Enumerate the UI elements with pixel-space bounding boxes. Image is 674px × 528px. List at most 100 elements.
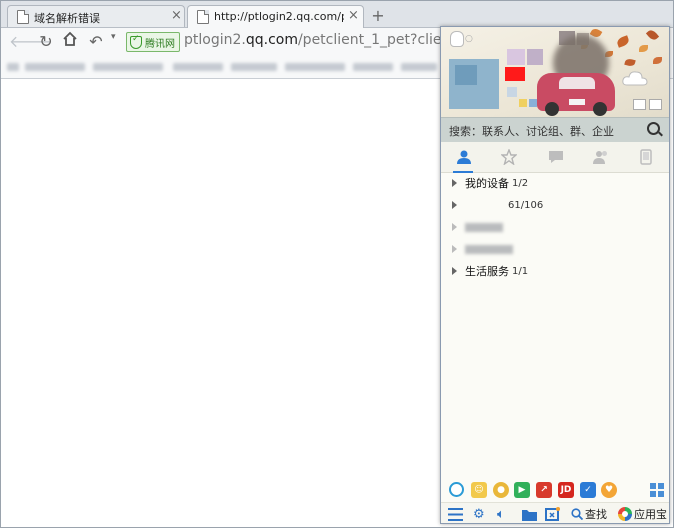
gear-icon[interactable]: ⚙ — [473, 506, 485, 522]
avatar-pixel — [455, 65, 477, 85]
group-count: 61/106 — [508, 199, 544, 211]
bookmark-item[interactable] — [401, 63, 437, 71]
page-content[interactable] — [1, 79, 439, 525]
bookmark-item[interactable] — [231, 63, 277, 71]
bookmark-item[interactable] — [7, 63, 19, 71]
contacts-icon — [456, 150, 471, 164]
favorites-icon — [500, 149, 517, 165]
qzone-icon[interactable]: ☺ — [471, 482, 487, 498]
level-pixel — [519, 99, 527, 107]
home-button[interactable] — [59, 31, 81, 53]
pet-icon[interactable]: ♥ — [601, 482, 617, 498]
app-shortcuts: ☺ ● ▶ ↗ JD ✓ ♥ — [441, 479, 669, 501]
reload-button[interactable]: ↻ — [35, 31, 57, 53]
search-icon[interactable] — [647, 122, 660, 135]
close-icon[interactable]: × — [171, 8, 182, 23]
chevron-right-icon — [452, 267, 457, 275]
tab-title: http://ptlogin2.qq.com/petclient_1_pet?c… — [214, 10, 344, 23]
chevron-right-icon — [452, 223, 457, 231]
chevron-right-icon — [452, 201, 457, 209]
security-badge[interactable]: 腾讯网 — [126, 32, 180, 52]
new-tab-button[interactable]: + — [367, 6, 389, 26]
level-pixel — [529, 99, 537, 107]
skin-shirt-icon[interactable] — [633, 99, 646, 110]
leaf-decoration — [615, 35, 631, 48]
blurred-group-name — [465, 245, 513, 254]
file-folder-icon[interactable] — [522, 506, 537, 522]
tab-title: 域名解析错误 — [34, 12, 100, 25]
group-count: 1/2 — [512, 177, 529, 189]
bookmark-item[interactable] — [25, 63, 85, 71]
search-input[interactable]: 搜索：联系人、讨论组、群、企业 — [449, 123, 639, 139]
group-friends[interactable]: 61/106 — [441, 195, 669, 215]
close-icon[interactable]: × — [348, 8, 359, 23]
group-life-services[interactable]: 生活服务 1/1 — [441, 261, 669, 281]
leaf-decoration — [645, 28, 660, 42]
address-bar[interactable]: ptlogin2.qq.com/petclient_1_pet?clientui… — [184, 32, 444, 48]
group-my-devices[interactable]: 我的设备 1/2 — [441, 173, 669, 193]
tab-recent-chats[interactable] — [533, 142, 578, 172]
mail-icon[interactable] — [649, 99, 662, 110]
chevron-right-icon — [452, 245, 457, 253]
qq-tab-bar — [441, 142, 669, 173]
back-button[interactable]: 🡐 — [9, 31, 52, 53]
level-pixel — [507, 87, 517, 97]
app-store-label: 应用宝 — [634, 508, 667, 521]
security-shield-icon[interactable]: ✓ — [580, 482, 596, 498]
skin-car — [537, 73, 615, 116]
url-path: /petclient_1_pet?clientuin= — [297, 32, 444, 48]
nickname-pixel — [505, 67, 525, 81]
leaf-decoration — [624, 57, 636, 68]
weather-cloud-icon[interactable] — [621, 67, 649, 91]
jd-icon[interactable]: JD — [558, 482, 574, 498]
url-prefix: ptlogin2. — [184, 32, 246, 48]
games-icon[interactable]: ● — [493, 482, 509, 498]
tab-ptlogin[interactable]: http://ptlogin2.qq.com/petclient_1_pet?c… — [187, 5, 364, 28]
tab-phone[interactable] — [623, 142, 668, 172]
page-icon — [197, 10, 209, 24]
groups-icon — [592, 151, 607, 164]
find-label: 查找 — [585, 508, 607, 521]
tab-groups[interactable] — [578, 142, 623, 172]
app-grid-icon[interactable] — [649, 482, 665, 498]
group-hidden-1[interactable] — [441, 217, 669, 237]
tab-favorites[interactable] — [486, 142, 531, 172]
app-store-button[interactable]: 应用宝 — [618, 506, 667, 522]
home-icon — [63, 31, 77, 46]
leaf-decoration — [639, 45, 648, 52]
tab-dns-error[interactable]: 域名解析错误 × — [7, 5, 185, 27]
speaker-icon[interactable]: 🔈︎ — [497, 506, 505, 522]
status-icon[interactable]: ○ — [465, 34, 473, 44]
phone-icon — [639, 149, 652, 165]
blurred-group-name — [465, 223, 503, 232]
undo-close-button[interactable]: ↶ — [85, 31, 107, 53]
qq-header: ○ — [441, 27, 669, 117]
video-play-icon[interactable]: ▶ — [514, 482, 530, 498]
contact-search-bar[interactable]: 搜索：联系人、讨论组、群、企业 — [441, 117, 669, 143]
main-menu-icon[interactable] — [448, 506, 463, 522]
find-button[interactable]: 查找 — [571, 506, 607, 522]
group-hidden-2[interactable] — [441, 239, 669, 259]
stock-chart-icon[interactable]: ↗ — [536, 482, 552, 498]
group-name: 我的设备 — [465, 177, 509, 190]
page-icon — [17, 10, 29, 24]
app-store-icon — [618, 507, 632, 521]
qq-bottom-bar: ⚙ 🔈︎ 查找 应用宝 — [441, 502, 669, 523]
bookmark-item[interactable] — [285, 63, 345, 71]
bookmark-item[interactable] — [93, 63, 163, 71]
qq-browser-icon[interactable] — [449, 482, 464, 497]
group-name: 生活服务 — [465, 265, 509, 278]
url-domain: qq.com — [245, 32, 298, 48]
recent-chats-icon — [548, 151, 563, 163]
bookmark-item[interactable] — [173, 63, 223, 71]
search-icon — [571, 508, 583, 520]
chevron-right-icon — [452, 179, 457, 187]
tab-contacts[interactable] — [441, 142, 486, 173]
security-badge-label: 腾讯网 — [145, 38, 175, 50]
shield-icon — [130, 34, 142, 49]
tab-strip: 域名解析错误 × http://ptlogin2.qq.com/petclien… — [1, 1, 673, 28]
chevron-down-icon[interactable]: ▾ — [111, 32, 116, 42]
nickname-pixel — [527, 49, 543, 65]
app-manager-icon[interactable] — [545, 506, 560, 522]
bookmark-item[interactable] — [353, 63, 393, 71]
